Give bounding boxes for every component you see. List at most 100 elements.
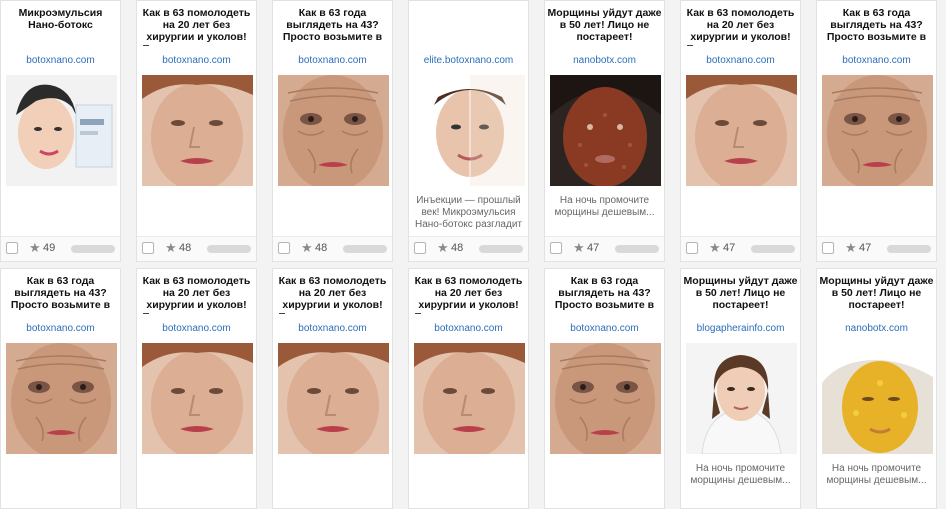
ad-card[interactable]: Как в 63 помолодеть на 20 лет без хирург… [680, 0, 801, 262]
select-checkbox[interactable] [822, 242, 834, 254]
ad-domain-link[interactable]: nanobotx.com [545, 55, 664, 67]
ad-domain-link[interactable]: nanobotx.com [817, 323, 936, 335]
older-woman-face-image [414, 343, 525, 454]
ad-card[interactable]: Как в 63 года выглядеть на 43? Просто во… [816, 0, 937, 262]
ad-description [279, 463, 386, 499]
rating-value: 47 [723, 242, 736, 254]
ad-description [143, 195, 250, 231]
ad-title[interactable]: Морщины уйдут даже в 50 лет! Лицо не пос… [819, 275, 934, 311]
star-icon: ★ [301, 240, 313, 255]
ad-description: На ночь промочите морщины дешевым... [554, 195, 655, 218]
blurred-meta [479, 245, 523, 253]
select-checkbox[interactable] [686, 242, 698, 254]
ad-image[interactable] [278, 343, 389, 454]
ad-card[interactable]: Как в 63 помолодеть на 20 лет без хирург… [136, 0, 257, 262]
blurred-meta [751, 245, 795, 253]
ad-image[interactable] [686, 343, 797, 454]
ad-domain-link[interactable]: blogapherainfo.com [681, 323, 800, 335]
ad-title[interactable]: Морщины уйдут даже в 50 лет! Лицо не пос… [683, 275, 798, 311]
ad-image[interactable] [6, 343, 117, 454]
ad-image[interactable] [278, 75, 389, 186]
ad-domain-link[interactable]: botoxnano.com [273, 55, 392, 67]
ad-card[interactable]: Как в 63 помолодеть на 20 лет без хирург… [272, 268, 393, 509]
ad-footer: ★ 48 [137, 236, 256, 261]
blurred-meta [887, 245, 931, 253]
ad-title[interactable]: Как в 63 помолодеть на 20 лет без хирург… [683, 7, 798, 43]
select-checkbox[interactable] [142, 242, 154, 254]
ad-image[interactable] [686, 75, 797, 186]
ad-image[interactable] [550, 75, 661, 186]
ad-domain-link[interactable]: botoxnano.com [137, 55, 256, 67]
ad-domain-link[interactable]: botoxnano.com [681, 55, 800, 67]
ad-card[interactable]: Микроэмульсия Нано-ботокс botoxnano.com ★ 4… [0, 0, 121, 262]
blurred-meta [343, 245, 387, 253]
star-icon: ★ [165, 240, 177, 255]
ad-title[interactable]: Как в 63 года выглядеть на 43? Просто во… [275, 7, 390, 43]
rating-value: 48 [315, 242, 328, 254]
ad-image[interactable] [414, 75, 525, 186]
ad-card[interactable]: Морщины уйдут даже в 50 лет! Лицо не пос… [680, 268, 801, 509]
ad-domain-link[interactable]: botoxnano.com [817, 55, 936, 67]
ad-domain-link[interactable]: botoxnano.com [1, 55, 120, 67]
ad-description [415, 463, 522, 499]
ad-domain-link[interactable]: elite.botoxnano.com [409, 55, 528, 67]
ad-card[interactable]: Как в 63 года выглядеть на 43? Просто во… [544, 268, 665, 509]
ad-description [279, 195, 386, 231]
ad-image[interactable] [414, 343, 525, 454]
ad-image[interactable] [822, 343, 933, 454]
select-checkbox[interactable] [278, 242, 290, 254]
wrinkled-face-image [278, 75, 389, 186]
rating-value: 48 [179, 242, 192, 254]
star-icon: ★ [437, 240, 449, 255]
ad-description [823, 195, 930, 231]
ad-title[interactable]: Микроэмульсия Нано-ботокс [3, 7, 118, 43]
ad-card[interactable]: Как в 63 помолодеть на 20 лет без хирург… [408, 268, 529, 509]
wrinkled-face-image [822, 75, 933, 186]
older-woman-face-image [142, 75, 253, 186]
ad-grid: Микроэмульсия Нано-ботокс botoxnano.com ★ 4… [0, 0, 946, 509]
ad-card[interactable]: Морщины уйдут даже в 50 лет! Лицо не пос… [816, 268, 937, 509]
ad-description [551, 463, 658, 499]
ad-card[interactable]: Морщины уйдут даже в 50 лет! Лицо не пос… [544, 0, 665, 262]
star-icon: ★ [29, 240, 41, 255]
ad-image[interactable] [550, 343, 661, 454]
ad-card[interactable]: Как в 63 года выглядеть на 43? Просто во… [272, 0, 393, 262]
ad-title[interactable] [411, 7, 526, 43]
ad-footer: ★ 48 [409, 236, 528, 261]
blurred-meta [71, 245, 115, 253]
ad-title[interactable]: Как в 63 года выглядеть на 43? Просто во… [3, 275, 118, 311]
ad-title[interactable]: Как в 63 помолодеть на 20 лет без хирург… [411, 275, 526, 311]
ad-footer: ★ 47 [681, 236, 800, 261]
ad-footer: ★ 48 [273, 236, 392, 261]
ad-image[interactable] [142, 75, 253, 186]
ad-card[interactable]: elite.botoxnano.com Инъекции — прошлый ве… [408, 0, 529, 262]
select-checkbox[interactable] [6, 242, 18, 254]
ad-footer: ★ 47 [817, 236, 936, 261]
star-icon: ★ [573, 240, 585, 255]
select-checkbox[interactable] [414, 242, 426, 254]
older-woman-face-image [686, 75, 797, 186]
ad-title[interactable]: Как в 63 помолодеть на 20 лет без хирург… [139, 7, 254, 43]
blurred-meta [207, 245, 251, 253]
ad-card[interactable]: Как в 63 года выглядеть на 43? Просто во… [0, 268, 121, 509]
ad-domain-link[interactable]: botoxnano.com [273, 323, 392, 335]
ad-description: На ночь промочите морщины дешевым... [826, 463, 927, 486]
star-icon: ★ [845, 240, 857, 255]
ad-domain-link[interactable]: botoxnano.com [545, 323, 664, 335]
ad-title[interactable]: Как в 63 помолодеть на 20 лет без хирург… [275, 275, 390, 311]
ad-image[interactable] [142, 343, 253, 454]
ad-title[interactable]: Как в 63 года выглядеть на 43? Просто во… [819, 7, 934, 43]
ad-description [143, 463, 250, 499]
yellow-mask-face-image [822, 343, 933, 454]
ad-title[interactable]: Морщины уйдут даже в 50 лет! Лицо не пос… [547, 7, 662, 43]
select-checkbox[interactable] [550, 242, 562, 254]
ad-domain-link[interactable]: botoxnano.com [1, 323, 120, 335]
ad-card[interactable]: Как в 63 помолодеть на 20 лет без хирург… [136, 268, 257, 509]
ad-image[interactable] [6, 75, 117, 186]
ad-title[interactable]: Как в 63 года выглядеть на 43? Просто во… [547, 275, 662, 311]
ad-image[interactable] [822, 75, 933, 186]
ad-domain-link[interactable]: botoxnano.com [137, 323, 256, 335]
ad-domain-link[interactable]: botoxnano.com [409, 323, 528, 335]
older-woman-face-image [142, 343, 253, 454]
ad-title[interactable]: Как в 63 помолодеть на 20 лет без хирург… [139, 275, 254, 311]
